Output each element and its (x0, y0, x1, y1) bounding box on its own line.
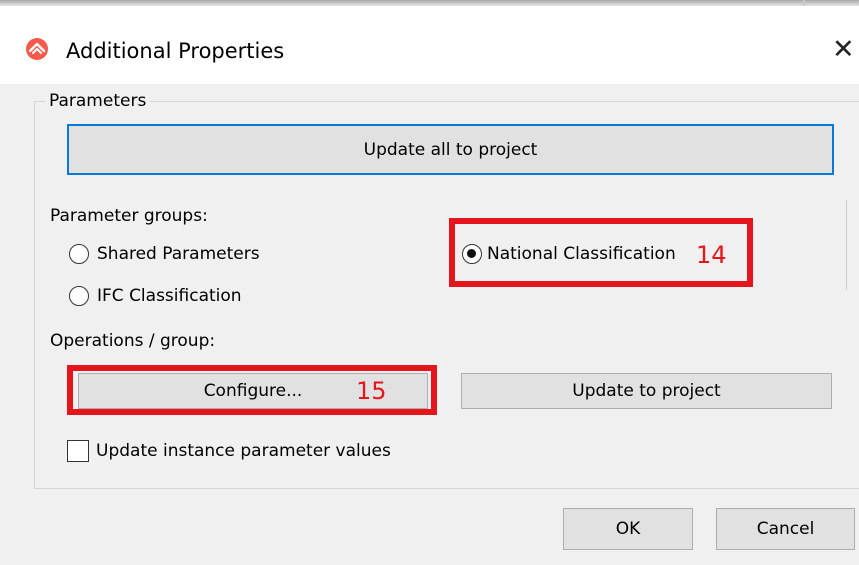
update-to-project-button[interactable]: Update to project (461, 373, 832, 409)
ifc-classification-label[interactable]: IFC Classification (97, 284, 242, 308)
update-instance-label[interactable]: Update instance parameter values (96, 439, 391, 463)
shared-parameters-label[interactable]: Shared Parameters (97, 242, 260, 266)
ifc-classification-radio[interactable] (69, 286, 89, 306)
update-all-button[interactable]: Update all to project (67, 124, 834, 175)
ok-button[interactable]: OK (563, 508, 693, 550)
close-icon[interactable]: ✕ (832, 36, 855, 64)
window-title: Additional Properties (66, 39, 285, 63)
update-instance-checkbox[interactable] (67, 440, 89, 462)
shared-parameters-radio[interactable] (69, 244, 89, 264)
panel-edge-divider (846, 200, 847, 290)
annotation-number-15: 15 (356, 377, 387, 405)
parameters-legend: Parameters (45, 89, 151, 113)
parameter-groups-label: Parameter groups: (50, 206, 208, 226)
title-bar: Additional Properties ✕ (0, 6, 859, 84)
cancel-button[interactable]: Cancel (716, 508, 855, 550)
operations-group-label: Operations / group: (50, 331, 216, 351)
annotation-number-14: 14 (696, 241, 727, 269)
app-logo-icon (26, 38, 48, 60)
